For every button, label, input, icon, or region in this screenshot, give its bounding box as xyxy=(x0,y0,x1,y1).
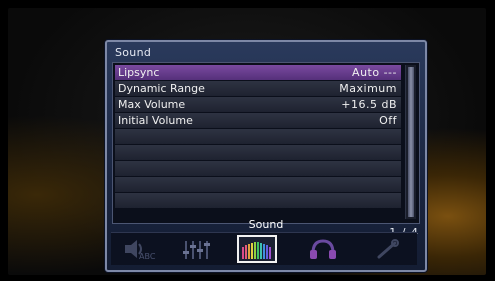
menu-item-label: Dynamic Range xyxy=(118,82,205,95)
wrench-icon xyxy=(377,239,399,259)
current-category-label: Sound xyxy=(248,218,284,231)
menu-item-max-volume[interactable]: Max Volume +16.5 dB xyxy=(115,97,401,113)
menu-item-label: Initial Volume xyxy=(118,114,193,127)
menu-item-value: Off xyxy=(379,114,397,127)
equalizer-icon xyxy=(242,242,271,259)
menu-item-empty xyxy=(115,145,401,161)
menu-item-value: Auto --- xyxy=(352,66,397,79)
category-sound[interactable] xyxy=(237,235,277,263)
menu-item-initial-volume[interactable]: Initial Volume Off xyxy=(115,113,401,129)
panel-title: Sound xyxy=(115,46,152,59)
menu-scrollbar[interactable] xyxy=(405,65,416,219)
menu-item-empty xyxy=(115,161,401,177)
scrollbar-thumb[interactable] xyxy=(408,67,414,217)
menu-item-dynamic-range[interactable]: Dynamic Range Maximum xyxy=(115,81,401,97)
headphones-icon xyxy=(310,239,336,259)
menu-item-empty xyxy=(115,129,401,145)
menu-item-empty xyxy=(115,177,401,193)
menu-item-value: Maximum xyxy=(339,82,397,95)
category-adjust[interactable] xyxy=(177,235,217,263)
tv-screen: Sound Lipsync Auto --- Dynamic Range Max… xyxy=(8,8,486,275)
svg-text:ABC: ABC xyxy=(139,252,156,261)
menu-item-label: Max Volume xyxy=(118,98,186,111)
speaker-abc-icon: ABC xyxy=(125,240,156,261)
category-setup[interactable] xyxy=(367,235,407,263)
menu-item-empty xyxy=(115,193,401,209)
sound-settings-panel: Sound Lipsync Auto --- Dynamic Range Max… xyxy=(105,40,427,272)
category-icon-bar: ABC xyxy=(111,232,417,265)
menu-item-value: +16.5 dB xyxy=(341,98,397,111)
category-speaker[interactable]: ABC xyxy=(119,235,159,263)
sliders-icon xyxy=(183,241,210,259)
category-audio[interactable] xyxy=(303,235,343,263)
settings-menu: Lipsync Auto --- Dynamic Range Maximum M… xyxy=(112,62,420,224)
menu-item-label: Lipsync xyxy=(118,66,160,79)
menu-item-lipsync[interactable]: Lipsync Auto --- xyxy=(115,65,401,81)
